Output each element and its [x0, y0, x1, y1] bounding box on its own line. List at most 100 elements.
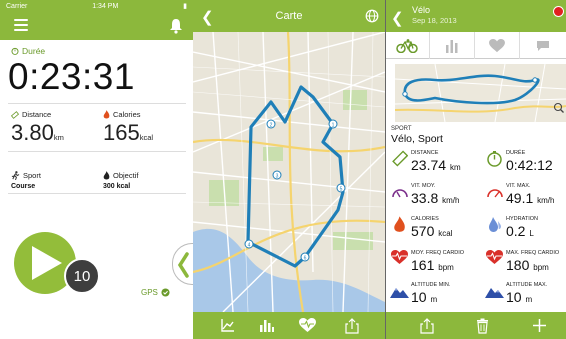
avg-hr-value: 161 bpm [411, 257, 454, 273]
svg-text:6: 6 [304, 256, 307, 262]
trash-icon[interactable] [476, 318, 489, 334]
route-marker-1: 1 [328, 119, 338, 129]
heart-icon[interactable] [299, 318, 316, 333]
route-marker-2: 2 [266, 119, 276, 129]
activity-date: Sep 18, 2013 [412, 16, 457, 25]
max-hr-value: 180 bpm [506, 257, 549, 273]
distance-value: 23.74 km [411, 157, 461, 173]
mountain-max-icon [485, 288, 504, 298]
play-icon [32, 246, 62, 280]
distance-label: DISTANCE [411, 150, 439, 156]
heart-rate-max-icon [486, 250, 503, 264]
calories-label: CALORIES [411, 216, 439, 222]
share-icon[interactable] [345, 318, 359, 334]
bell-icon[interactable] [169, 18, 183, 34]
tab-graphs[interactable] [430, 32, 475, 59]
svg-text:4: 4 [248, 243, 251, 249]
detail-tabs [385, 32, 566, 59]
carrier-label: Carrier [6, 2, 28, 10]
bars-icon [446, 39, 458, 53]
duration-value: 0:23:31 [8, 56, 135, 97]
route-marker-3: 3 [272, 170, 282, 180]
calories-value: 165kcal [103, 120, 154, 145]
svg-text:1: 1 [332, 123, 335, 129]
max-speed-value: 49.1 km/h [506, 190, 555, 206]
activity-title: Vélo [412, 5, 431, 15]
tab-heart[interactable] [475, 32, 520, 59]
route-marker-6: 6 [300, 252, 310, 262]
tab-comments[interactable] [520, 32, 565, 59]
divider [8, 193, 186, 194]
chevron-left-icon [177, 252, 189, 278]
nav-bar [0, 12, 193, 40]
comment-icon [536, 40, 549, 51]
ruler-icon [392, 150, 408, 167]
gps-status: GPS [141, 288, 170, 297]
route-minimap[interactable] [395, 64, 566, 122]
stopwatch-icon [11, 47, 19, 55]
duration-value: 0:42:12 [506, 157, 553, 173]
app-screenshots: Carrier 1:34 PM ▮ Durée 0:23:31 Distance… [0, 0, 566, 339]
route-map[interactable]: 1 2 3 4 5 6 [193, 32, 385, 312]
max-speed-label: VIT. MAX. [506, 183, 531, 189]
alt-min-value: 10 m [411, 289, 438, 305]
duration-label: DURÉE [506, 150, 526, 156]
globe-icon[interactable] [365, 9, 379, 23]
hydration-value: 0.2 L [506, 223, 534, 239]
back-icon[interactable]: ❮ [391, 9, 404, 27]
avg-speed-value: 33.8 km/h [411, 190, 460, 206]
flame-dark-icon [103, 171, 110, 180]
sport-label: SPORT [391, 126, 412, 132]
workout-screen: Carrier 1:34 PM ▮ Durée 0:23:31 Distance… [0, 0, 193, 339]
heart-icon [489, 38, 505, 52]
chart-icon[interactable] [220, 318, 235, 333]
flame-icon [103, 110, 110, 119]
bars-icon[interactable] [259, 318, 274, 333]
add-icon[interactable] [533, 319, 546, 332]
svg-text:2: 2 [270, 123, 273, 129]
route-marker-4: 4 [244, 239, 254, 249]
calories-label: Calories [103, 110, 141, 119]
avg-speed-label: VIT. MOY. [411, 183, 436, 189]
countdown-badge: 10 [64, 258, 100, 294]
hydration-label: HYDRATION [506, 216, 538, 222]
objective-label: Objectif [103, 171, 138, 180]
notification-badge[interactable] [553, 6, 564, 17]
map-nav-bar: ❮ Carte [193, 0, 385, 32]
distance-value: 3.80km [11, 120, 64, 145]
screen-divider [385, 0, 386, 339]
alt-max-label: ALTITUDE MAX. [506, 282, 548, 288]
duration-label: Durée [11, 46, 45, 56]
avg-hr-label: MOY. FREQ CARDIO [411, 250, 465, 256]
flame-icon [394, 216, 405, 232]
route-marker-5: 5 [336, 183, 346, 193]
drawer-handle[interactable] [172, 243, 193, 285]
check-icon [161, 288, 170, 297]
tab-summary[interactable] [385, 32, 430, 59]
objective-value: 300 kcal [103, 183, 131, 190]
map-title: Carte [275, 10, 303, 22]
detail-toolbar [385, 312, 566, 339]
menu-icon[interactable] [14, 19, 28, 32]
speedometer-avg-icon [392, 189, 408, 198]
status-time: 1:34 PM [92, 2, 119, 10]
alt-max-value: 10 m [506, 289, 533, 305]
stopwatch-icon [487, 151, 502, 167]
sport-label: Sport [11, 171, 41, 180]
share-icon[interactable] [420, 318, 434, 334]
detail-nav-bar: ❮ Vélo Sep 18, 2013 [385, 0, 566, 32]
alt-min-label: ALTITUDE MIN. [411, 282, 451, 288]
svg-text:3: 3 [276, 174, 279, 180]
battery-icon: ▮ [183, 3, 187, 10]
calories-value: 570 kcal [411, 223, 453, 239]
distance-label: Distance [11, 110, 51, 119]
divider [8, 151, 186, 152]
sport-value: Vélo, Sport [391, 133, 443, 145]
max-hr-label: MAX. FREQ CARDIO [506, 250, 560, 256]
divider [8, 103, 186, 104]
bike-icon [396, 38, 418, 53]
map-screen: 1 2 3 4 5 6 ❮ Carte [193, 0, 385, 339]
speedometer-max-icon [487, 189, 503, 198]
water-drop-icon [489, 217, 501, 232]
runner-icon [11, 171, 20, 180]
